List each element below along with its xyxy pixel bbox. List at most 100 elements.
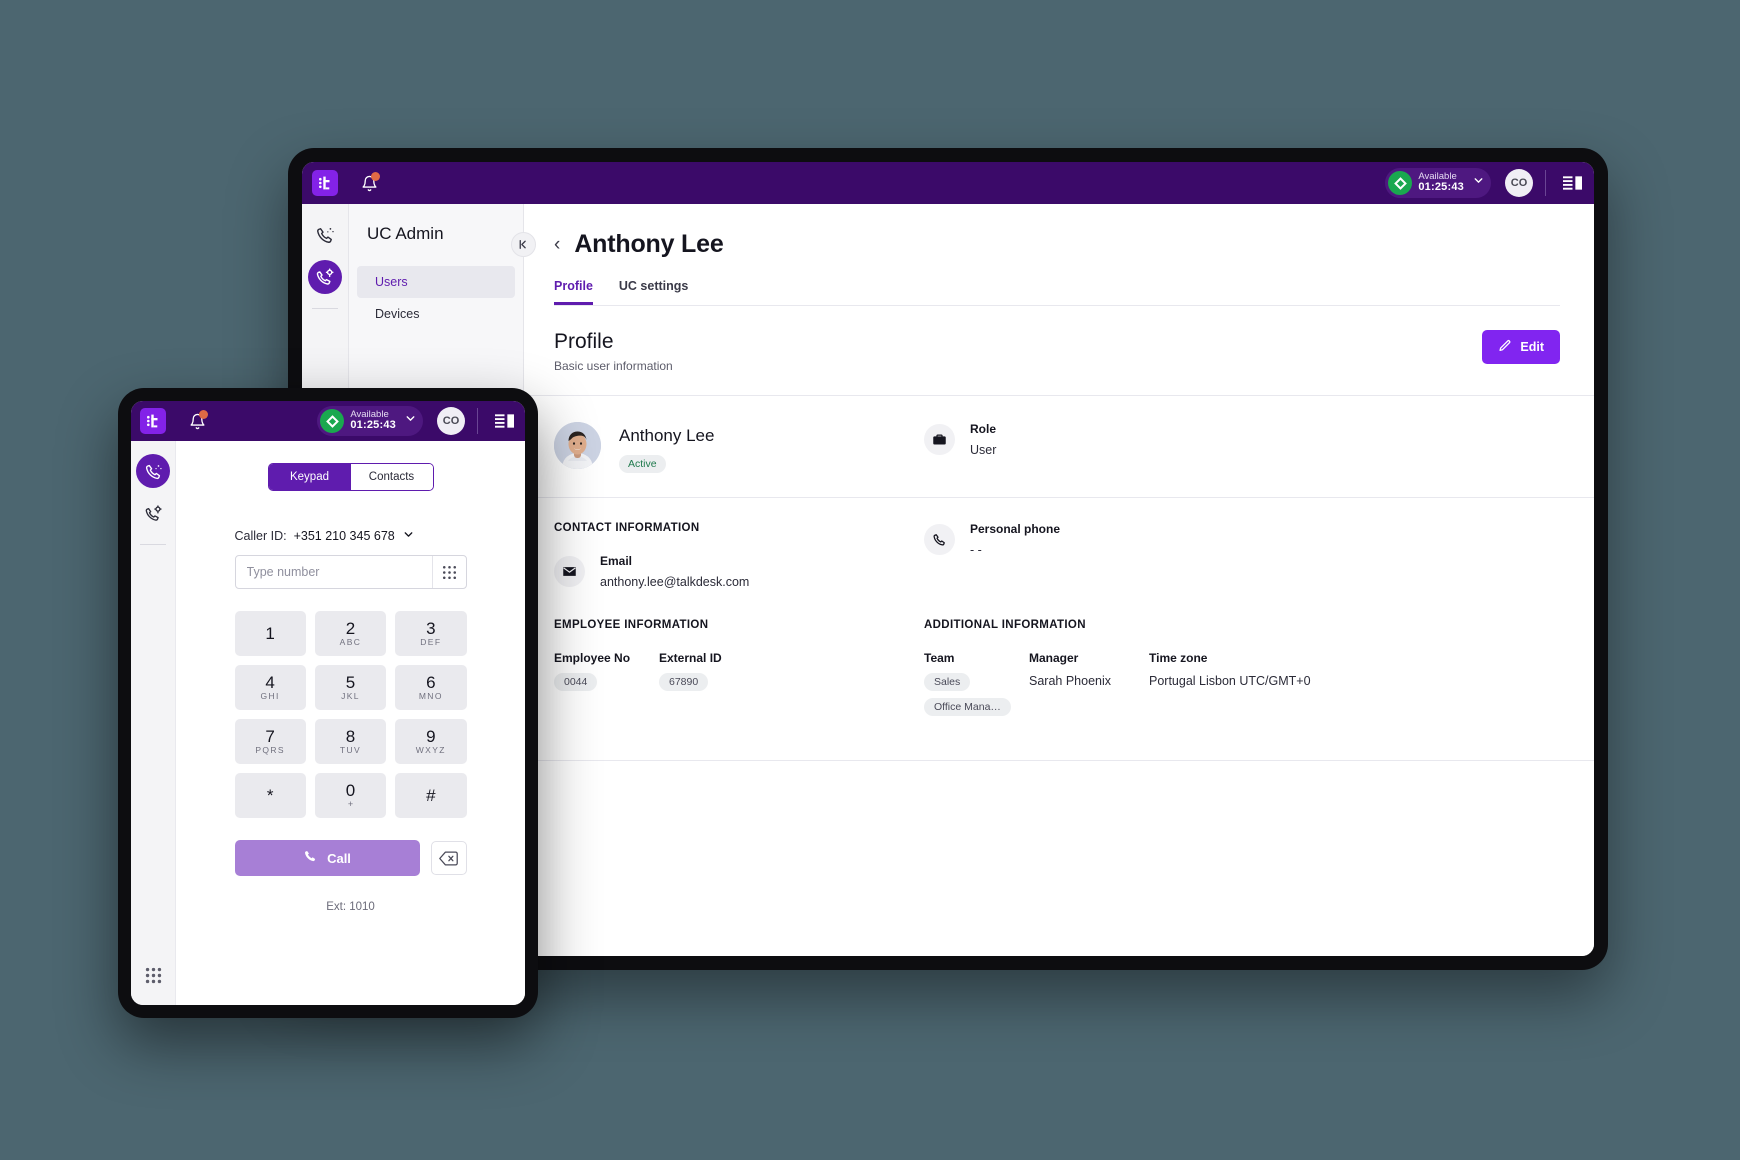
key-letters: MNO <box>418 691 443 702</box>
tab-keypad[interactable]: Keypad <box>268 464 351 490</box>
status-timer: 01:25:43 <box>1418 181 1464 194</box>
dialpad-key[interactable]: # <box>395 773 467 818</box>
dialpad-toggle-icon[interactable] <box>431 556 466 588</box>
key-letters: ABC <box>339 637 362 648</box>
identity-left: Anthony Lee Active <box>554 422 924 473</box>
key-digit: 3 <box>426 619 436 639</box>
profile-tabs: Profile UC settings <box>554 279 1560 306</box>
backspace-icon[interactable] <box>430 841 467 875</box>
role-value: User <box>970 443 997 457</box>
tab-uc-settings[interactable]: UC settings <box>619 279 688 305</box>
key-digit: 6 <box>426 673 436 693</box>
tab-profile[interactable]: Profile <box>554 279 593 305</box>
agent-status-pill[interactable]: Available 01:25:43 <box>1385 168 1491 198</box>
key-digit: 0 <box>345 781 356 800</box>
manager-label: Manager <box>1029 651 1079 665</box>
external-id-value: 67890 <box>659 673 709 691</box>
profile-name: Anthony Lee <box>619 426 715 445</box>
notification-badge-dot <box>371 172 380 181</box>
collapse-sidebar-icon[interactable] <box>511 232 536 257</box>
phone-admin-icon[interactable] <box>308 260 342 294</box>
panels-layout-icon[interactable] <box>1558 169 1586 197</box>
dialpad-key[interactable]: 1 <box>234 611 306 656</box>
dialpad-key[interactable]: 6 MNO <box>395 665 467 710</box>
call-button[interactable]: Call <box>234 840 420 876</box>
phone-icon <box>924 524 955 555</box>
employee-additional-section: EMPLOYEE INFORMATION Employee No 0044 Ex… <box>524 589 1594 716</box>
dialpad-key[interactable]: 9 WXYZ <box>395 719 467 764</box>
manager-value: Sarah Phoenix <box>1029 674 1112 688</box>
key-letters: WXYZ <box>415 745 446 756</box>
identity-row: Anthony Lee Active Role User <box>524 396 1594 497</box>
section-title: Profile <box>554 330 614 353</box>
content-header: ‹ Anthony Lee Profile UC settings <box>524 204 1594 306</box>
external-id-field: External ID 67890 <box>659 651 722 691</box>
softphone-icon-rail <box>131 441 176 1005</box>
key-letters: DEF <box>420 637 442 648</box>
notifications-bell-icon[interactable] <box>180 404 214 438</box>
contact-left-column: CONTACT INFORMATION Email anthony.lee@ta… <box>554 522 924 589</box>
dialpad-key[interactable]: 5 JKL <box>314 665 387 710</box>
talkdesk-logo-icon[interactable] <box>312 170 338 196</box>
team-field: Team Sales Office Mana… <box>924 651 1029 716</box>
email-value: anthony.lee@talkdesk.com <box>600 575 750 589</box>
phone-admin-icon[interactable] <box>136 496 170 530</box>
briefcase-icon <box>924 424 955 455</box>
employee-no-label: Employee No <box>554 651 631 665</box>
pencil-icon <box>1498 339 1512 356</box>
dialpad-key[interactable]: 0 + <box>314 773 387 818</box>
key-letters: GHI <box>260 691 280 702</box>
back-chevron-icon[interactable]: ‹ <box>554 235 560 254</box>
user-avatar[interactable]: CO <box>437 407 465 435</box>
page-title: Anthony Lee <box>574 230 724 258</box>
keypad-contacts-toggle: Keypad Contacts <box>267 463 434 491</box>
sidebar-item-devices[interactable]: Devices <box>357 298 515 330</box>
caller-id-value: +351 210 345 678 <box>293 529 395 543</box>
edit-button[interactable]: Edit <box>1482 330 1560 364</box>
team-label: Team <box>924 651 955 665</box>
employee-no-value: 0044 <box>554 673 598 691</box>
tab-contacts[interactable]: Contacts <box>350 464 433 490</box>
status-badge: Active <box>619 455 666 473</box>
role-field: Role User <box>924 422 996 473</box>
agent-status-pill[interactable]: Available 01:25:43 <box>317 406 423 436</box>
dialpad-key[interactable]: * <box>234 773 306 818</box>
extension-label: Ext: 1010 <box>326 901 375 913</box>
user-avatar[interactable]: CO <box>1505 169 1533 197</box>
topbar-divider <box>477 408 478 434</box>
dialpad-key[interactable]: 3 DEF <box>395 611 467 656</box>
employee-information-block: EMPLOYEE INFORMATION Employee No 0044 Ex… <box>554 619 924 716</box>
dialpad-key[interactable]: 4 GHI <box>234 665 306 710</box>
chevron-down-icon[interactable] <box>1472 174 1485 192</box>
phone-activity-icon[interactable] <box>136 454 170 488</box>
edit-button-label: Edit <box>1520 340 1544 354</box>
main-content: ‹ Anthony Lee Profile UC settings Profil… <box>524 204 1594 956</box>
dialpad-key[interactable]: 8 TUV <box>314 719 387 764</box>
chevron-down-icon[interactable] <box>404 412 417 430</box>
caller-id-row[interactable]: Caller ID: +351 210 345 678 <box>235 528 467 544</box>
notifications-bell-icon[interactable] <box>352 166 386 200</box>
phone-activity-icon[interactable] <box>308 218 342 252</box>
call-button-label: Call <box>327 850 351 866</box>
dialpad-icon[interactable] <box>145 967 162 989</box>
status-timer: 01:25:43 <box>350 419 396 432</box>
key-digit: 9 <box>426 727 436 747</box>
talkdesk-logo-icon[interactable] <box>140 408 166 434</box>
key-digit: 4 <box>265 673 275 693</box>
number-input[interactable] <box>235 565 432 579</box>
timezone-label: Time zone <box>1149 651 1208 665</box>
key-digit: 2 <box>345 619 356 639</box>
dialpad-key[interactable]: 2 ABC <box>314 611 387 656</box>
section-subtitle: Basic user information <box>554 359 673 373</box>
phone-handset-icon <box>303 849 318 867</box>
chevron-down-icon[interactable] <box>402 528 415 544</box>
key-digit: 7 <box>265 727 275 747</box>
timezone-field: Time zone Portugal Lisbon UTC/GMT+0 <box>1149 651 1311 716</box>
contact-section-label: CONTACT INFORMATION <box>554 522 700 534</box>
sidebar-item-users[interactable]: Users <box>357 266 515 298</box>
panels-layout-icon[interactable] <box>490 407 518 435</box>
personal-phone-field: Personal phone - - <box>924 522 1060 589</box>
contact-information-section: CONTACT INFORMATION Email anthony.lee@ta… <box>524 498 1594 589</box>
personal-phone-value: - - <box>970 543 982 557</box>
dialpad-key[interactable]: 7 PQRS <box>234 719 306 764</box>
